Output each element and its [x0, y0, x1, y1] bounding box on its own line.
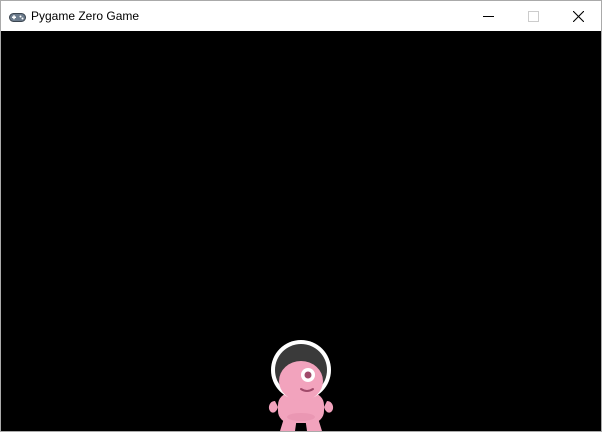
minimize-button[interactable]	[465, 1, 511, 31]
alien-sprite	[268, 340, 334, 431]
maximize-button[interactable]	[510, 1, 556, 31]
minimize-icon	[483, 16, 494, 17]
close-icon	[573, 11, 584, 22]
window-title: Pygame Zero Game	[31, 9, 140, 23]
game-window: Pygame Zero Game	[0, 0, 602, 432]
maximize-icon	[528, 11, 539, 22]
game-canvas[interactable]	[1, 31, 601, 431]
gamepad-icon	[9, 10, 26, 22]
title-bar[interactable]: Pygame Zero Game	[1, 1, 601, 31]
close-button[interactable]	[555, 1, 601, 31]
